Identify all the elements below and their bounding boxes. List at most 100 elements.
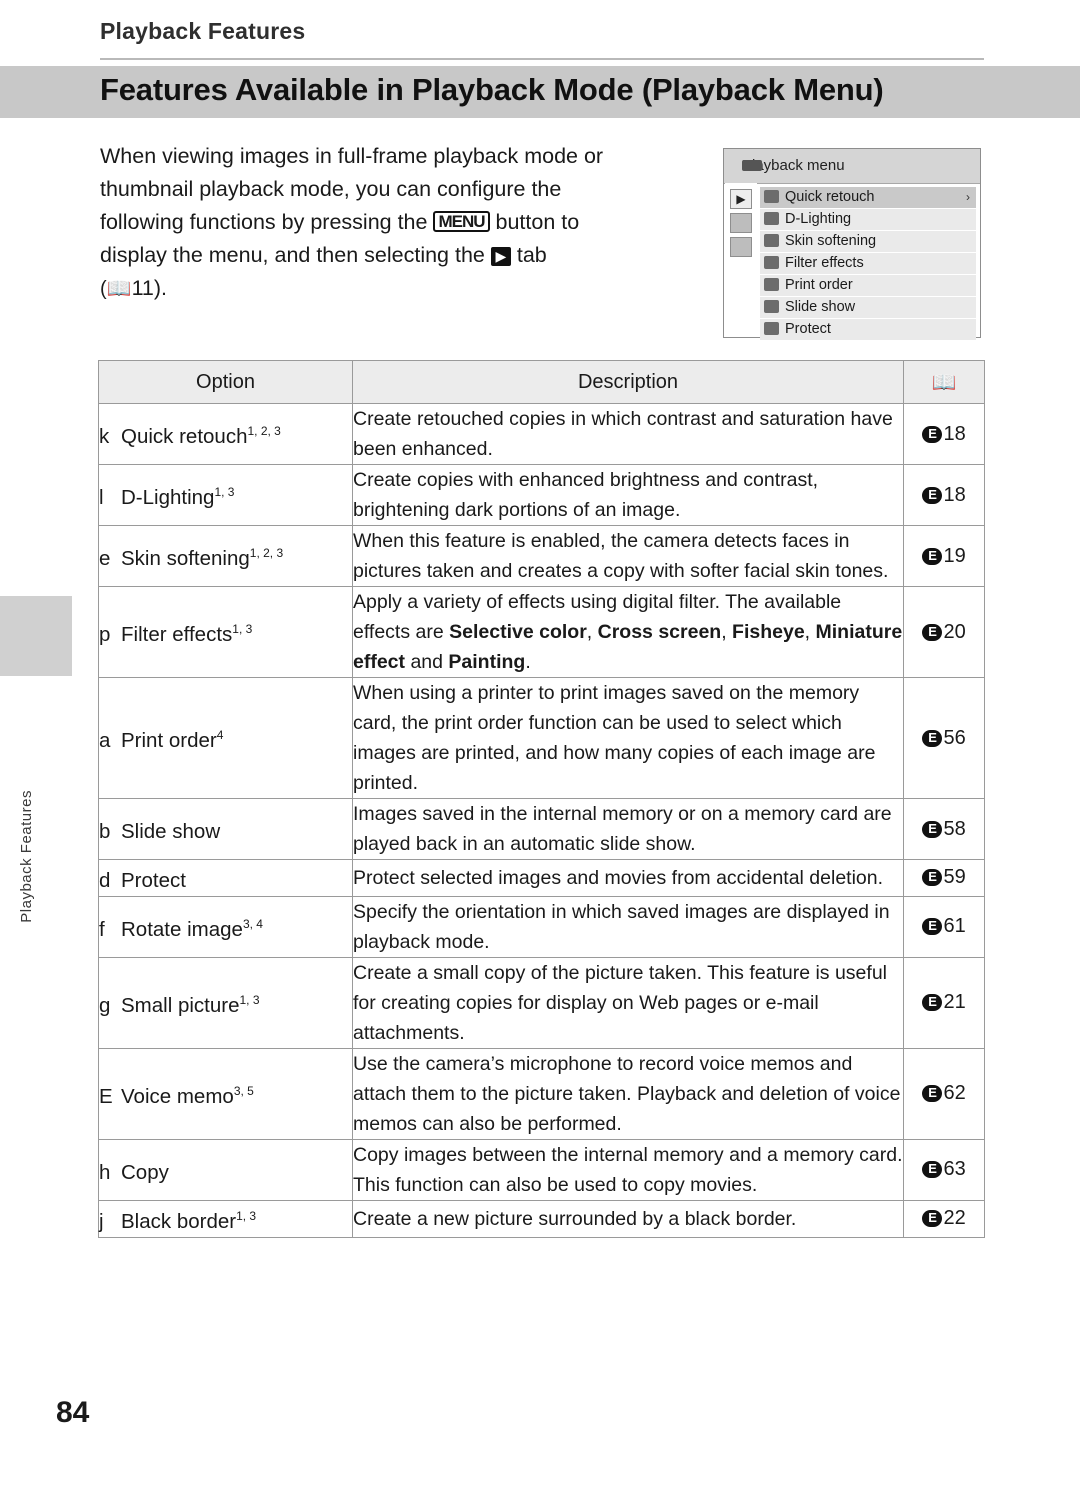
option-cell: b Slide show [98,798,353,860]
screen-menu-label: Filter effects [785,255,864,271]
screen-menu-item-protect: Protect [760,319,976,340]
option-label: Voice memo [121,1084,234,1108]
screen-menu-item-slide-show: Slide show [760,297,976,318]
reference-cell: E 18 [903,403,985,465]
option-footnote: 3, 5 [233,1083,254,1098]
screen-menu-label: D-Lighting [785,211,852,227]
table-row: h Copy Copy images between the internal m… [98,1138,985,1201]
e-badge-icon: E [922,1161,943,1179]
option-symbol: g [99,993,111,1017]
option-cell: h Copy [98,1138,353,1201]
description-cell: Create copies with enhanced brightness a… [352,464,904,526]
option-symbol: j [99,1209,104,1233]
skin-softening-icon [764,234,779,247]
description-cell: Copy images between the internal memory … [352,1138,904,1201]
option-label: Copy [121,1160,169,1184]
section-side-label: Playback Features [18,790,35,923]
screen-menu-label: Skin softening [785,233,877,249]
e-badge-icon: E [922,486,943,504]
reference-page: 59 [943,866,966,889]
camera-screen-mock: Playback menu ▶ Quick retouch › D-Lighti… [723,148,981,341]
intro-line-4b: tab [516,243,547,267]
reference-cell: E 63 [903,1138,985,1201]
table-row: d Protect Protect selected images and mov… [98,859,985,897]
reference-page: 61 [943,915,966,938]
battery-icon [742,160,762,171]
table-header-row: Option Description 📖 [98,360,985,404]
screen-menu-item-quick-retouch: Quick retouch › [760,187,976,208]
description-cell: When using a printer to print images sav… [352,677,904,799]
option-cell: d Protect [98,859,353,897]
option-cell: E Voice memo3, 5 [98,1047,353,1140]
option-footnote: 1, 3 [239,992,260,1007]
reference-cell: E 62 [903,1047,985,1140]
option-cell: k Quick retouch1, 2, 3 [98,403,353,465]
option-footnote: 1, 3 [236,1208,257,1223]
reference-cell: E 61 [903,895,985,958]
reference-cell: E 18 [903,464,985,526]
reference-page: 22 [943,1207,966,1230]
reference-page: 62 [943,1082,966,1105]
intro-line-3b: button to [495,210,580,234]
option-label: D-Lighting [121,485,215,509]
option-cell: f Rotate image3, 4 [98,895,353,958]
table-row: j Black border1, 3 Create a new picture s… [98,1199,985,1238]
desc-bold: Fisheye [732,621,805,643]
intro-line-1: When viewing images in full-frame playba… [100,144,604,168]
desc-bold: Painting [448,651,526,673]
description-cell: When this feature is enabled, the camera… [352,525,904,587]
screen-menu-label: Protect [785,321,831,337]
chevron-right-icon: › [966,190,970,204]
option-symbol: l [99,485,104,509]
screen-tab-setup [730,237,752,257]
playback-menu-table: Option Description 📖 k Quick retouch1, 2,… [98,360,985,1238]
screen-menu-label: Slide show [785,299,856,315]
book-icon: (📖 [100,278,132,300]
option-label: Print order [121,728,217,752]
table-row: b Slide show Images saved in the internal… [98,798,985,860]
option-footnote: 1, 2, 3 [249,546,284,561]
option-symbol: e [99,546,111,570]
table-row: p Filter effects1, 3 Apply a variety of e… [98,586,985,678]
desc-bold: Selective color [449,621,587,643]
e-badge-icon: E [922,1210,943,1228]
option-footnote: 1, 2, 3 [247,424,281,439]
screen-tab-playback: ▶ [730,189,752,209]
reference-cell: E 21 [903,956,985,1049]
option-symbol: b [99,819,111,843]
e-badge-icon: E [922,547,943,565]
protect-icon [764,322,779,335]
column-header-reference: 📖 [903,360,985,404]
screen-menu-item-d-lighting: D-Lighting [760,209,976,230]
intro-line-2: thumbnail playback mode, you can configu… [100,177,562,201]
desc-text: , [586,621,598,643]
reference-cell: E 58 [903,798,985,860]
table-row: g Small picture1, 3 Create a small copy o… [98,956,985,1049]
reference-cell: E 22 [903,1199,985,1238]
page-title: Features Available in Playback Mode (Pla… [100,72,884,107]
screen-tab-movie [730,213,752,233]
description-cell: Create a small copy of the picture taken… [352,956,904,1049]
option-symbol: E [99,1084,113,1108]
screen-menu-label: Print order [785,277,853,293]
column-header-description: Description [352,360,904,404]
reference-cell: E 20 [903,586,985,678]
option-cell: p Filter effects1, 3 [98,586,353,678]
e-badge-icon: E [922,820,943,838]
e-badge-icon: E [922,425,943,443]
option-label: Slide show [121,819,221,843]
d-lighting-icon [764,212,779,225]
screen-menu-item-skin-softening: Skin softening [760,231,976,252]
reference-page: 20 [943,620,966,643]
desc-text: , [721,621,733,643]
option-footnote: 3, 4 [242,916,263,931]
option-cell: g Small picture1, 3 [98,956,353,1049]
running-head: Playback Features [100,18,306,44]
screen-menu-list: Quick retouch › D-Lighting Skin softenin… [760,187,976,341]
intro-paragraph: When viewing images in full-frame playba… [100,140,700,306]
option-label: Rotate image [121,917,243,941]
e-badge-icon: E [922,869,943,887]
section-thumb-tab [0,596,72,676]
reference-page: 18 [943,483,966,506]
option-symbol: p [99,622,111,646]
